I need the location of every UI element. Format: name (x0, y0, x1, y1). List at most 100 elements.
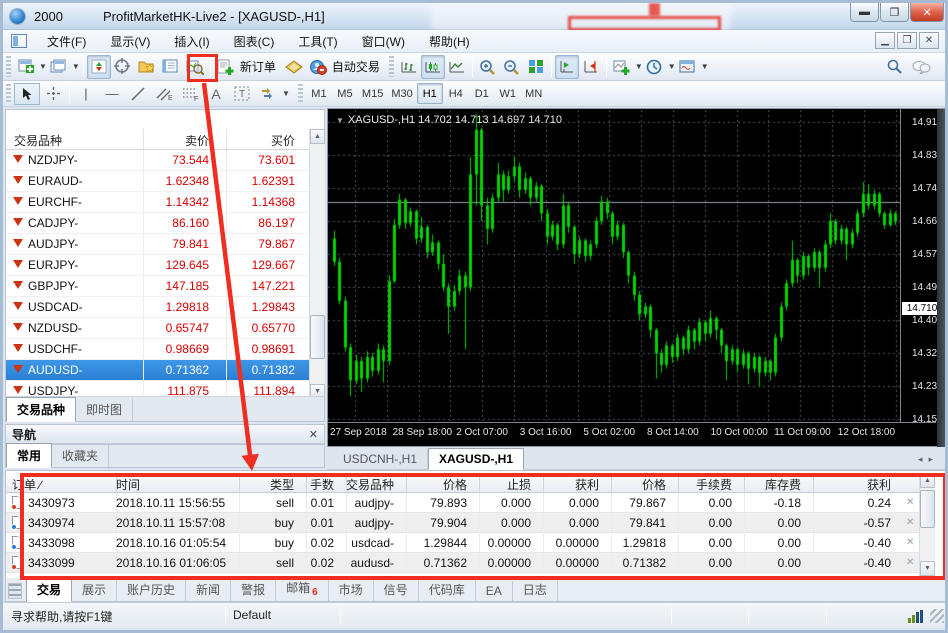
profiles-button[interactable] (47, 55, 71, 79)
menu-item-文[interactable]: 文件(F) (35, 30, 98, 53)
cursor-tool-button[interactable] (14, 82, 40, 105)
mdi-minimize-button[interactable]: ▁ (875, 32, 895, 49)
indicators-button[interactable] (610, 55, 634, 79)
terminal-button[interactable] (159, 55, 183, 79)
column-ask[interactable]: 买价 (271, 132, 295, 149)
menu-item-窗[interactable]: 窗口(W) (350, 30, 417, 53)
line-chart-button[interactable] (445, 55, 469, 79)
chevron-down-icon[interactable]: ▼ (336, 116, 344, 125)
timeframe-m5[interactable]: M5 (332, 83, 358, 104)
market-watch-row[interactable]: GBPJPY- 147.185 147.221 (6, 276, 309, 297)
timeframe-mn[interactable]: MN (521, 83, 547, 104)
resize-grip[interactable] (930, 609, 944, 623)
column-symbol[interactable]: 交易品种 (14, 132, 62, 149)
toolbar-grip[interactable] (6, 55, 11, 78)
terminal-tab-交易[interactable]: 交易 (26, 577, 73, 602)
text-tool-button[interactable]: A (203, 83, 229, 105)
trendline-tool-button[interactable] (125, 83, 151, 105)
terminal-tab-展示[interactable]: 展示 (72, 578, 118, 601)
indicators-dropdown[interactable]: ▼ (635, 62, 643, 71)
timeframe-h4[interactable]: H4 (443, 83, 469, 104)
zoom-in-button[interactable] (476, 55, 500, 79)
crosshair-tool-button[interactable] (40, 83, 66, 105)
market-watch-row[interactable]: CADJPY- 86.160 86.197 (6, 213, 309, 234)
profiles-dropdown[interactable]: ▼ (72, 62, 80, 71)
market-watch-row[interactable]: USDCHF- 0.98669 0.98691 (6, 339, 309, 360)
chart-tab-scroll-arrows[interactable]: ◂▸ (910, 450, 945, 469)
mdi-restore-button[interactable]: ❐ (897, 32, 917, 49)
price-chart[interactable] (328, 110, 900, 421)
title-bar[interactable]: 2000 ProfitMarketHK-Live2 - [XAGUSD-,H1]… (3, 3, 945, 31)
menu-item-工[interactable]: 工具(T) (286, 30, 349, 53)
terminal-tab-市场[interactable]: 市场 (329, 578, 374, 601)
market-watch-row[interactable]: EURCHF- 1.14342 1.14368 (6, 192, 309, 213)
equidistant-channel-tool-button[interactable]: E (151, 83, 177, 105)
search-icon[interactable] (887, 59, 902, 74)
autotrading-button[interactable] (306, 55, 330, 79)
column-bid[interactable]: 卖价 (185, 132, 209, 149)
minimize-button[interactable]: ▬ (850, 3, 879, 22)
maximize-button[interactable]: ❐ (880, 3, 909, 22)
timeframe-m1[interactable]: M1 (306, 83, 332, 104)
chart-shift-button[interactable] (554, 54, 579, 79)
mdi-close-button[interactable]: ✕ (919, 32, 939, 49)
market-watch-row[interactable]: AUDUSD- 0.71362 0.71382 (6, 360, 309, 381)
chat-icon[interactable] (912, 60, 931, 74)
terminal-tab-信号[interactable]: 信号 (374, 578, 419, 601)
autotrading-label[interactable]: 自动交易 (332, 58, 380, 75)
bar-chart-button[interactable] (397, 55, 421, 79)
menu-item-图[interactable]: 图表(C) (222, 30, 287, 53)
terminal-tab-新闻[interactable]: 新闻 (186, 578, 232, 601)
text-label-tool-button[interactable]: T (229, 83, 255, 105)
vertical-line-tool-button[interactable]: | (73, 83, 99, 105)
tab-即时图[interactable]: 即时图 (76, 398, 134, 421)
tab-交易品种[interactable]: 交易品种 (6, 397, 77, 422)
navigator-close-icon[interactable]: ✕ (309, 428, 318, 441)
navigator-title-bar[interactable]: 导航 ✕ (5, 424, 325, 444)
templates-dropdown[interactable]: ▼ (701, 62, 709, 71)
new-chart-dropdown[interactable]: ▼ (39, 62, 47, 71)
timeframe-d1[interactable]: D1 (469, 83, 495, 104)
menu-item-插[interactable]: 插入(I) (162, 30, 221, 53)
toolbar-grip[interactable] (388, 55, 394, 78)
new-chart-button[interactable] (14, 55, 38, 79)
terminal-tab-账户历史[interactable]: 账户历史 (117, 578, 187, 601)
timeframe-w1[interactable]: W1 (495, 83, 521, 104)
tab-收藏夹[interactable]: 收藏夹 (52, 444, 110, 467)
market-watch-row[interactable]: AUDJPY- 79.841 79.867 (6, 234, 309, 255)
candlestick-chart-button[interactable] (420, 54, 445, 79)
zoom-out-button[interactable] (500, 55, 524, 79)
toolbar-grip[interactable] (6, 83, 11, 104)
timeframe-m15[interactable]: M15 (358, 83, 387, 104)
scrollbar-thumb[interactable] (310, 315, 325, 359)
auto-scroll-button[interactable] (579, 55, 603, 79)
chart-right-scrollbar[interactable] (937, 109, 945, 447)
periods-button[interactable] (643, 55, 667, 79)
market-watch-row[interactable]: EURJPY- 129.645 129.667 (6, 255, 309, 276)
status-profile[interactable]: Default (233, 608, 271, 622)
fibonacci-tool-button[interactable]: F (177, 83, 203, 105)
templates-button[interactable] (676, 55, 700, 79)
terminal-tab-EA[interactable]: EA (476, 581, 513, 601)
terminal-tab-警报[interactable]: 警报 (231, 578, 277, 601)
market-watch-row[interactable]: NZDJPY- 73.544 73.601 (6, 150, 309, 171)
market-watch-row[interactable]: USDCAD- 1.29818 1.29843 (6, 297, 309, 318)
timeframe-h1[interactable]: H1 (416, 83, 443, 104)
scroll-up-icon[interactable]: ▲ (310, 129, 325, 144)
navigator-button[interactable] (135, 55, 159, 79)
timeframe-m30[interactable]: M30 (387, 83, 416, 104)
data-window-button[interactable] (111, 55, 135, 79)
market-watch-row[interactable]: NZDUSD- 0.65747 0.65770 (6, 318, 309, 339)
metaeditor-button[interactable] (282, 55, 306, 79)
chart-tab-XAGUSD-,H1[interactable]: XAGUSD-,H1 (428, 448, 525, 470)
arrows-tool-button[interactable] (255, 83, 281, 105)
market-watch-toggle-button[interactable] (86, 54, 111, 79)
arrows-dropdown[interactable]: ▼ (282, 89, 290, 98)
periods-dropdown[interactable]: ▼ (668, 62, 676, 71)
toolbar-grip[interactable] (297, 83, 303, 104)
market-watch-row[interactable]: EURAUD- 1.62348 1.62391 (6, 171, 309, 192)
chart-tab-USDCNH-,H1[interactable]: USDCNH-,H1 (333, 449, 429, 469)
terminal-tab-代码库[interactable]: 代码库 (419, 578, 476, 601)
menu-item-显[interactable]: 显示(V) (98, 30, 162, 53)
terminal-tab-日志[interactable]: 日志 (513, 578, 558, 601)
